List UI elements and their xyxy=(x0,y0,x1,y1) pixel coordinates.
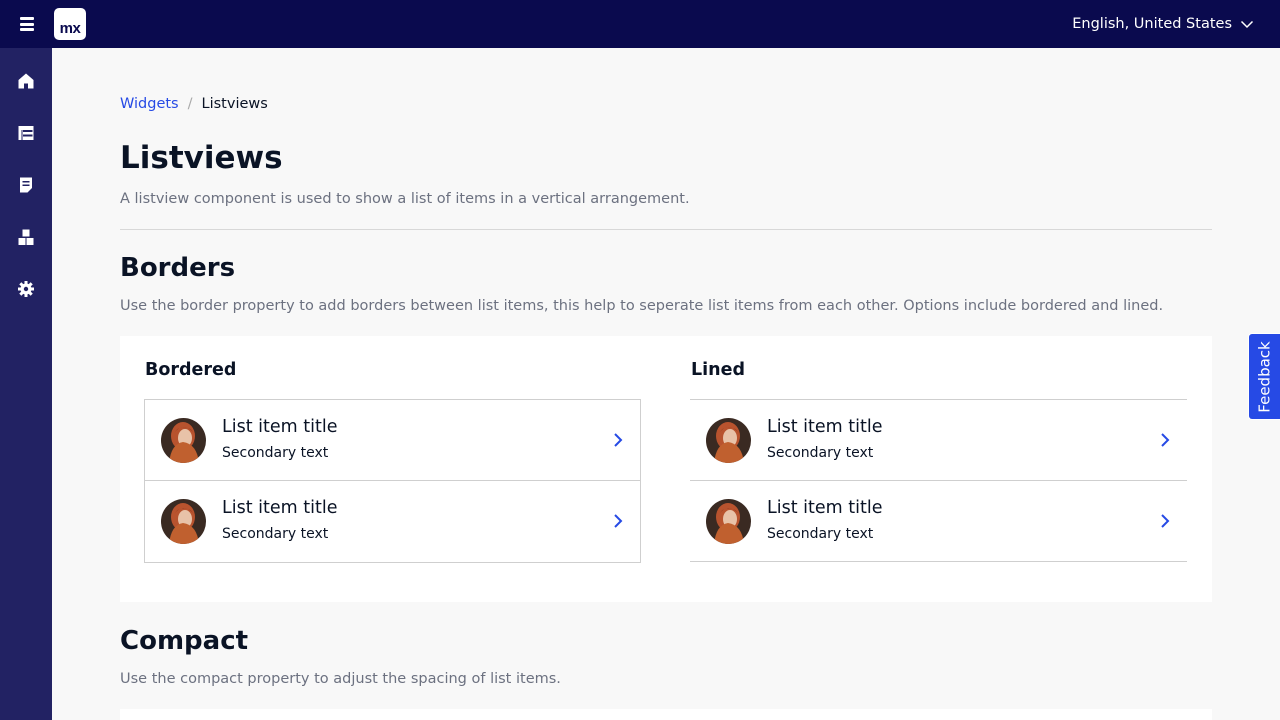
table-icon[interactable] xyxy=(16,123,36,143)
list-item[interactable]: List item title Secondary text xyxy=(690,481,1187,562)
widgets-icon[interactable] xyxy=(16,227,36,247)
list-item-secondary-text: Secondary text xyxy=(767,445,874,461)
top-bar: mx English, United States xyxy=(0,0,1280,48)
avatar xyxy=(706,499,751,544)
avatar xyxy=(161,418,206,463)
list-item-title: List item title xyxy=(222,417,338,437)
hamburger-menu-icon[interactable] xyxy=(14,14,40,34)
list-item[interactable]: List item title Secondary text xyxy=(145,400,640,481)
chevron-right-icon xyxy=(614,433,623,447)
section-description-borders: Use the border property to add borders b… xyxy=(120,298,1164,314)
list-item-secondary-text: Secondary text xyxy=(222,526,329,542)
borders-example-card: Bordered List item title Secondary text … xyxy=(120,336,1212,602)
page-title: Listviews xyxy=(120,140,283,176)
mendix-logo: mx xyxy=(54,8,86,40)
list-item-secondary-text: Secondary text xyxy=(767,526,874,542)
list-item-title: List item title xyxy=(767,417,883,437)
list-item-title: List item title xyxy=(222,498,338,518)
lined-listview: List item title Secondary text List item… xyxy=(690,399,1187,562)
language-label: English, United States xyxy=(1072,16,1232,32)
chevron-right-icon xyxy=(1161,433,1170,447)
language-selector[interactable]: English, United States xyxy=(1072,0,1254,48)
section-description-compact: Use the compact property to adjust the s… xyxy=(120,671,561,687)
breadcrumb-separator: / xyxy=(187,96,193,112)
feedback-button[interactable]: Feedback xyxy=(1248,333,1280,420)
chevron-right-icon xyxy=(1161,514,1170,528)
settings-icon[interactable] xyxy=(16,279,36,299)
breadcrumb-link-widgets[interactable]: Widgets xyxy=(120,96,179,112)
column-title-bordered: Bordered xyxy=(145,360,237,380)
section-title-borders: Borders xyxy=(120,253,236,283)
chevron-right-icon xyxy=(614,514,623,528)
divider xyxy=(120,229,1212,230)
home-icon[interactable] xyxy=(16,71,36,91)
side-navigation xyxy=(0,48,52,720)
avatar xyxy=(161,499,206,544)
column-title-lined: Lined xyxy=(691,360,746,380)
feedback-label: Feedback xyxy=(1255,340,1274,413)
breadcrumb: Widgets / Listviews xyxy=(120,96,268,112)
section-title-compact: Compact xyxy=(120,626,249,656)
list-item[interactable]: List item title Secondary text xyxy=(690,400,1187,481)
chevron-down-icon xyxy=(1240,20,1254,29)
compact-example-card xyxy=(120,709,1212,720)
list-item-secondary-text: Secondary text xyxy=(222,445,329,461)
main-content: Widgets / Listviews Listviews A listview… xyxy=(52,48,1280,720)
avatar xyxy=(706,418,751,463)
bordered-listview: List item title Secondary text List item… xyxy=(144,399,641,563)
breadcrumb-current: Listviews xyxy=(201,96,268,112)
list-item[interactable]: List item title Secondary text xyxy=(145,481,640,562)
list-item-title: List item title xyxy=(767,498,883,518)
document-icon[interactable] xyxy=(16,175,36,195)
page-description: A listview component is used to show a l… xyxy=(120,191,690,207)
